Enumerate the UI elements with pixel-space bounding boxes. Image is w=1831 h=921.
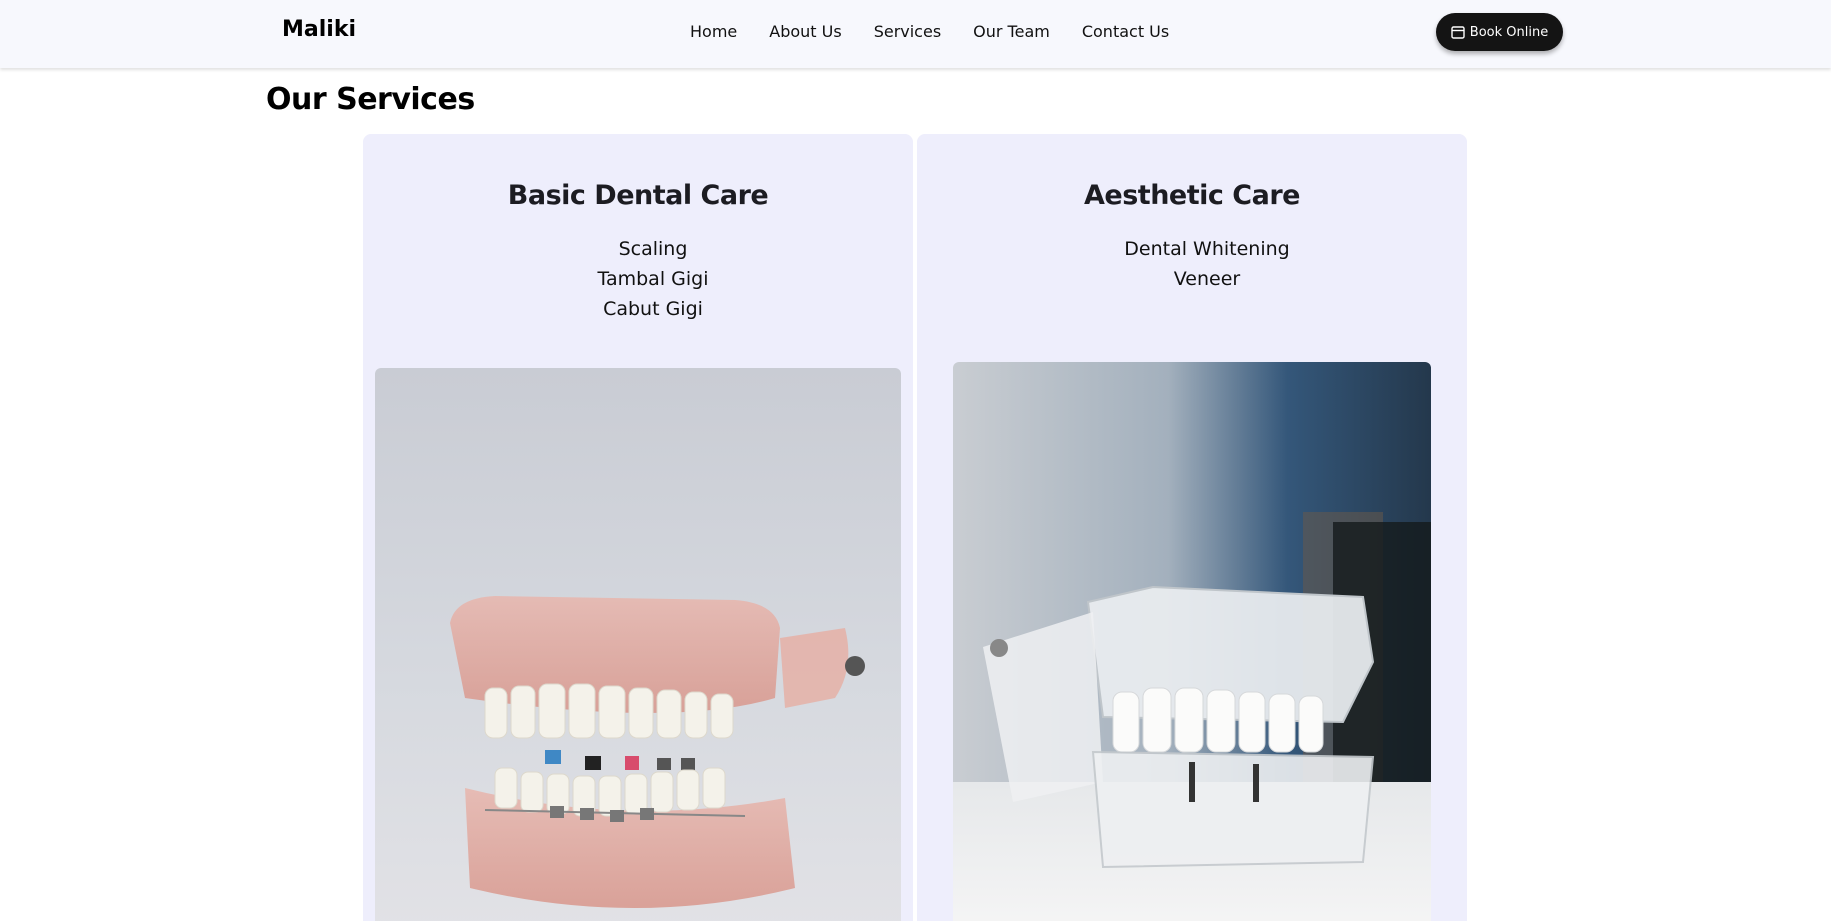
dental-model-braces-image xyxy=(375,368,901,921)
nav-contact-us[interactable]: Contact Us xyxy=(1082,22,1169,41)
section-title: Our Services xyxy=(266,82,475,117)
nav-links: Home About Us Services Our Team Contact … xyxy=(690,22,1169,41)
book-online-label: Book Online xyxy=(1469,24,1549,40)
service-item: Cabut Gigi xyxy=(603,298,703,320)
card-title: Basic Dental Care xyxy=(507,180,769,211)
service-card-aesthetic: Aesthetic Care Dental Whitening Veneer xyxy=(917,134,1467,921)
navbar: Maliki Home About Us Services Our Team C… xyxy=(0,0,1831,68)
service-item: Dental Whitening xyxy=(1124,238,1290,260)
brand-logo[interactable]: Maliki xyxy=(282,17,356,42)
service-item: Scaling xyxy=(618,238,688,260)
service-list: Dental Whitening Veneer xyxy=(917,234,1467,294)
nav-home[interactable]: Home xyxy=(690,22,737,41)
service-item: Tambal Gigi xyxy=(597,268,709,290)
service-list: Scaling Tambal Gigi Cabut Gigi xyxy=(363,234,913,324)
nav-about-us[interactable]: About Us xyxy=(769,22,841,41)
nav-our-team[interactable]: Our Team xyxy=(973,22,1050,41)
dental-model-implant-image xyxy=(953,362,1431,921)
card-title: Aesthetic Care xyxy=(1084,180,1300,211)
calendar-icon xyxy=(1451,25,1465,39)
nav-services[interactable]: Services xyxy=(874,22,941,41)
book-online-button[interactable]: Book Online xyxy=(1436,13,1563,51)
service-card-basic: Basic Dental Care Scaling Tambal Gigi Ca… xyxy=(363,134,913,921)
service-item: Veneer xyxy=(1173,268,1241,290)
